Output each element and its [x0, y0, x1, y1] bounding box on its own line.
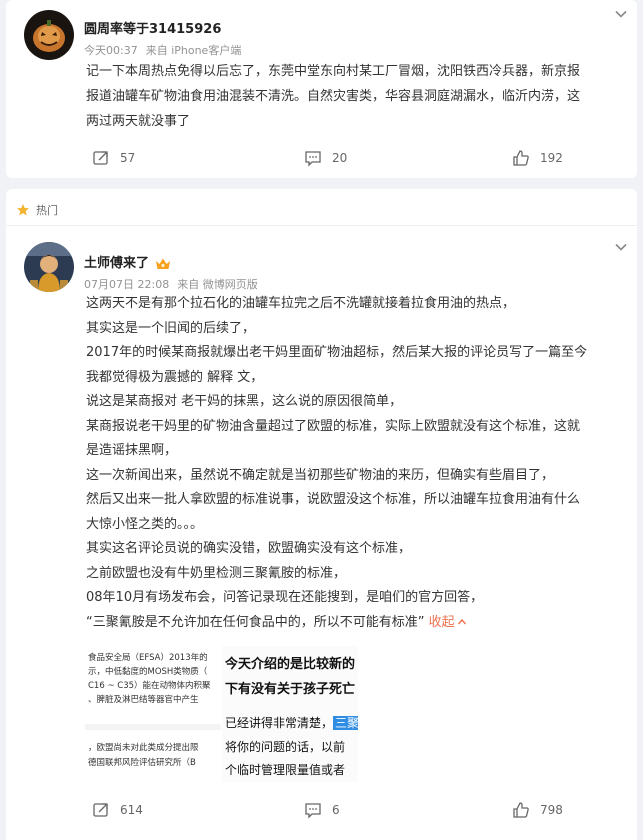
- action-bar: 57 20 192: [6, 149, 637, 175]
- text-line: 这一次新闻出来，虽然说不确定就是当初那些矿物油的来历，但确实有些眉目了，: [86, 467, 555, 483]
- chevron-up-icon: [457, 618, 466, 625]
- image-text: 已经讲得非常清楚， 三聚: [225, 716, 358, 730]
- image-text: 下有没有关于孩子死亡: [225, 682, 356, 697]
- text-line: 某商报说老干妈里的矿物油含量超过了欧盟的标准，实际上欧盟就没有这个标准，这就: [86, 418, 581, 434]
- text-line-last: “三聚氰胺是不允许加在任何食品中的，所以不可能有标准”: [86, 614, 425, 630]
- text-line: 然后又出来一批人拿欧盟的标准说事，说欧盟没这个标准，所以油罐车拉食用油有什么: [86, 492, 581, 507]
- image-text: 示，中低黏度的MOSH类物质（: [88, 667, 208, 677]
- comment-icon: [305, 151, 321, 167]
- post-card: 圆周率等于31415926 今天00:37 来自 iPhone客户端 记一下本周热…: [6, 0, 637, 178]
- text-line: “三聚氰胺是不允许加在任何食品中的，所以不可能有标准” 收起: [86, 611, 631, 636]
- text-line: 2017年的时候某商报就爆出老干妈里面矿物油超标，然后某大报的评论员写了一篇至今: [86, 345, 588, 360]
- image-highlight: 三聚: [333, 716, 358, 730]
- divider: [6, 225, 637, 226]
- post-time[interactable]: 今天00:37: [84, 44, 138, 57]
- comment-button[interactable]: 20: [304, 149, 347, 167]
- comment-count: 20: [332, 151, 348, 165]
- post-image[interactable]: 食品安全局（EFSA）2013年的 示，中低黏度的MOSH类物质（ C16 ~ …: [85, 646, 221, 782]
- like-count: 798: [540, 803, 563, 817]
- text-line: 是造谣抹黑啊，: [86, 443, 178, 458]
- post-image[interactable]: 今天介绍的是比较新的 下有没有关于孩子死亡 已经讲得非常清楚， 三聚 将你的问题的…: [222, 646, 358, 782]
- post-source: 来自 微博网页版: [177, 278, 258, 291]
- image-text: 、脾脏及淋巴结等器官中产生: [88, 695, 199, 705]
- text-line: 大惊小怪之类的。。。: [86, 516, 204, 532]
- repost-button[interactable]: 57: [92, 149, 135, 167]
- username[interactable]: 圆周率等于31415926: [84, 18, 221, 37]
- image-text: 将你的问题的话，以前: [225, 740, 346, 754]
- image-text: 德国联邦风险评估研究所（B: [88, 758, 196, 768]
- comment-button[interactable]: 6: [304, 801, 340, 819]
- avatar[interactable]: [24, 10, 74, 60]
- post-text: 记一下本周热点免得以后忘了，东莞中堂东向村某工厂冒烟，沈阳铁西冷兵器，新京报 报…: [86, 59, 631, 134]
- text-line: 这两天不是有那个拉石化的油罐车拉完之后不洗罐就接着拉食用油的热点，: [86, 296, 516, 311]
- image-text: 个临时管理限量值或者: [225, 763, 346, 777]
- collapse-label: 收起: [428, 614, 455, 630]
- text-line: 08年10月有场发布会，问答记录现在还能搜到，是咱们的官方回答，: [86, 590, 484, 605]
- avatar[interactable]: [24, 242, 74, 292]
- comment-count: 6: [332, 803, 340, 817]
- like-icon: [513, 802, 529, 818]
- repost-icon: [93, 803, 108, 817]
- like-count: 192: [540, 151, 563, 165]
- post-time[interactable]: 07月07日 22:08: [84, 278, 169, 291]
- repost-icon: [93, 151, 108, 165]
- comment-icon: [305, 803, 321, 819]
- post-meta: 07月07日 22:08 来自 微博网页版: [84, 276, 266, 292]
- hot-icon: [17, 204, 29, 216]
- hot-label: 热门: [16, 202, 58, 218]
- vip-crown-icon[interactable]: [155, 257, 171, 271]
- text-line: 其实这是一个旧闻的后续了，: [86, 320, 256, 336]
- like-icon: [513, 150, 529, 166]
- collapse-link[interactable]: 收起: [429, 615, 467, 630]
- username[interactable]: 土师傅来了: [84, 252, 171, 271]
- like-button[interactable]: 798: [512, 801, 563, 819]
- chevron-down-icon[interactable]: [613, 239, 629, 255]
- repost-count: 57: [120, 151, 136, 165]
- image-text-part: 已经讲得非常清楚，: [225, 716, 334, 730]
- image-text: 今天介绍的是比较新的: [225, 657, 356, 672]
- text-line: 记一下本周热点免得以后忘了，东莞中堂东向村某工厂冒烟，沈阳铁西冷兵器，新京报: [86, 64, 581, 79]
- text-line: 报道油罐车矿物油食用油混装不清洗。自然灾害类，华容县洞庭湖漏水，临沂内涝，这: [86, 89, 581, 104]
- repost-button[interactable]: 614: [92, 801, 143, 819]
- image-text: ，欧盟尚未对此类成分提出限: [88, 743, 199, 753]
- text-line: 其实这名评论员说的确实没错，欧盟确实没有这个标准，: [86, 541, 412, 556]
- repost-count: 614: [120, 803, 143, 817]
- chevron-down-icon[interactable]: [613, 6, 629, 22]
- image-gap: [85, 724, 221, 730]
- post-card: 热门 土师傅来了 07月07日 22:08 来自 微博网页版 这两天不是有那个拉石…: [6, 189, 637, 840]
- post-text: 这两天不是有那个拉石化的油罐车拉完之后不洗罐就接着拉食用油的热点， 其实这是一个…: [86, 292, 631, 635]
- username-text: 土师傅来了: [84, 256, 150, 271]
- like-button[interactable]: 192: [512, 149, 563, 167]
- post-source: 来自 iPhone客户端: [145, 44, 242, 57]
- text-line: 我都觉得极为震撼的 解释 文，: [86, 369, 264, 385]
- post-meta: 今天00:37 来自 iPhone客户端: [84, 42, 249, 58]
- image-text: C16 ~ C35）能在动物体内积聚: [88, 681, 211, 691]
- text-line: 之前欧盟也没有牛奶里检测三聚氰胺的标准，: [86, 565, 347, 581]
- hot-text: 热门: [36, 204, 58, 217]
- image-text: 食品安全局（EFSA）2013年的: [88, 653, 208, 663]
- text-line: 两过两天就没事了: [86, 114, 191, 129]
- text-line: 说这是某商报对 老干妈的抹黑，这么说的原因很简单，: [86, 394, 403, 409]
- action-bar: 614 6 798: [6, 801, 637, 827]
